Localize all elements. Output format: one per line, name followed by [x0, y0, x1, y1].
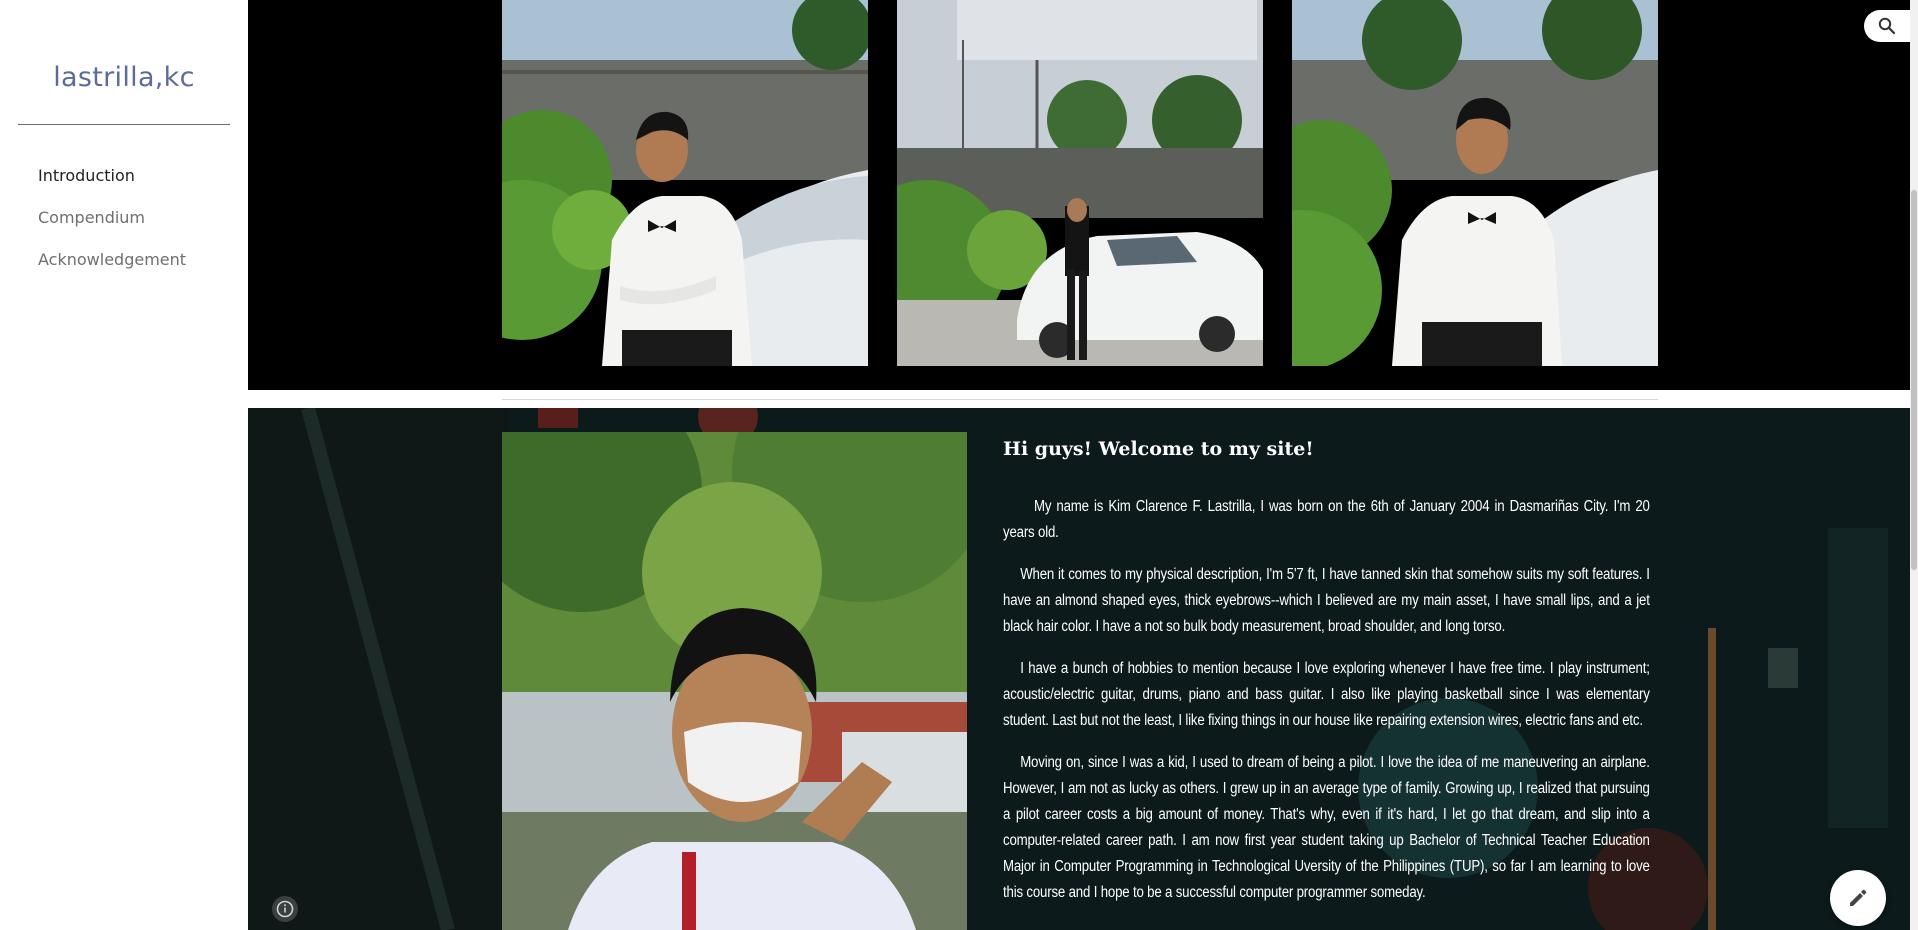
intro-paragraph-1: My name is Kim Clarence F. Lastrilla, I … [1003, 498, 1650, 541]
search-button[interactable] [1864, 10, 1910, 42]
photo-gallery [248, 0, 1910, 390]
intro-paragraph-2: When it comes to my physical description… [1003, 566, 1650, 635]
pencil-icon [1850, 889, 1867, 906]
sidebar-divider [18, 124, 230, 125]
intro-heading: Hi guys! Welcome to my site! [1003, 438, 1314, 460]
nav-item-acknowledgement[interactable]: Acknowledgement [38, 248, 186, 290]
intro-section: Hi guys! Welcome to my site! My name is … [248, 408, 1910, 930]
portrait-photo[interactable] [502, 432, 967, 930]
page-scrollbar-thumb[interactable] [1911, 190, 1917, 570]
edit-button[interactable] [1830, 870, 1886, 926]
info-icon [276, 900, 294, 918]
gallery-photo-1[interactable] [502, 0, 868, 366]
gallery-photo-2[interactable] [897, 0, 1263, 366]
info-button[interactable] [272, 896, 298, 922]
section-divider [502, 399, 1658, 400]
search-icon [1878, 17, 1896, 35]
intro-paragraph-4: Moving on, since I was a kid, I used to … [1003, 754, 1650, 901]
intro-text: Hi guys! Welcome to my site! My name is … [1003, 438, 1650, 922]
nav-item-introduction[interactable]: Introduction [38, 164, 186, 206]
site-title[interactable]: lastrilla,kc [18, 62, 230, 93]
intro-paragraph-3: I have a bunch of hobbies to mention bec… [1003, 660, 1650, 729]
nav-item-compendium[interactable]: Compendium [38, 206, 186, 248]
sidebar-nav: Introduction Compendium Acknowledgement [38, 164, 186, 290]
main-content: Hi guys! Welcome to my site! My name is … [248, 0, 1910, 930]
gallery-photo-3[interactable] [1292, 0, 1658, 366]
sidebar: lastrilla,kc Introduction Compendium Ack… [0, 0, 248, 930]
